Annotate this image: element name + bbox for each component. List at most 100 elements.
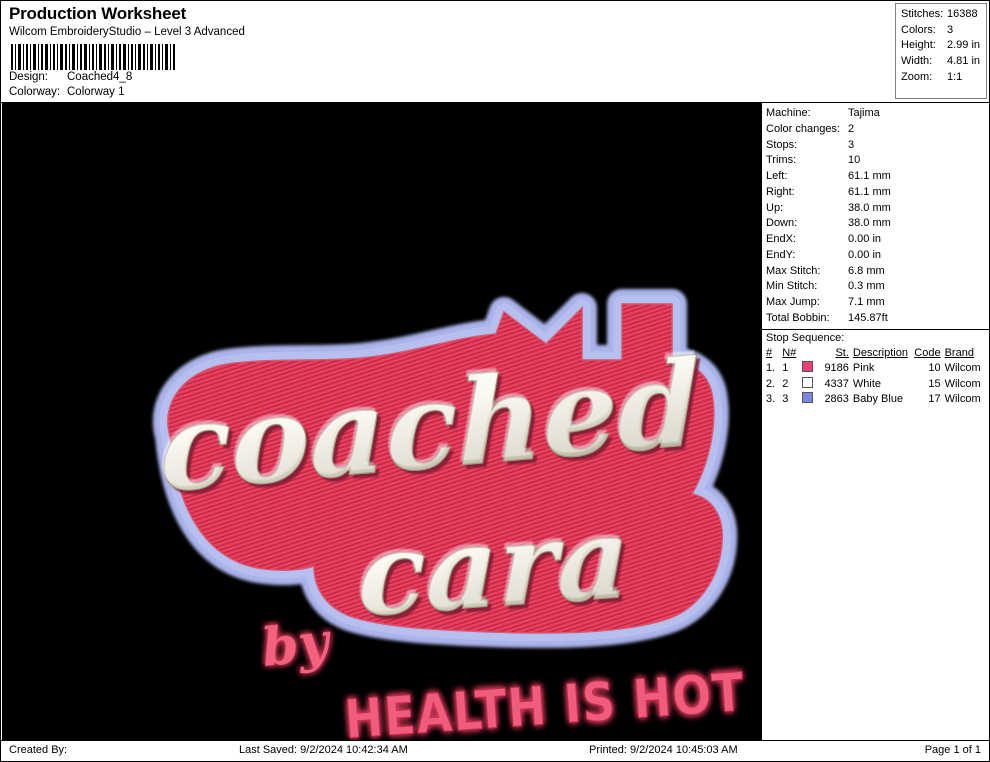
stat-row-max-stitch: Max Stitch: 6.8 mm [766, 264, 989, 280]
zoom-value: 1:1 [947, 70, 962, 86]
left-label: Left: [766, 169, 848, 185]
embroidery-artwork: coached coached coached cara cara cara b… [2, 103, 761, 741]
color-swatch-icon [802, 361, 813, 372]
design-field-row: Design: Coached4_8 [9, 70, 609, 85]
right-value: 61.1 mm [848, 185, 891, 201]
min-stitch-label: Min Stitch: [766, 279, 848, 295]
row-color-swatch-cell [800, 361, 817, 377]
row-needle: 2 [780, 377, 799, 393]
page-title: Production Worksheet [9, 4, 609, 24]
stat-row-up: Up: 38.0 mm [766, 201, 989, 217]
row-code: 15 [910, 377, 943, 393]
stop-sequence-table: # N# St. Description Code Brand 1. 1 918… [762, 346, 989, 408]
summary-row-zoom: Zoom: 1:1 [901, 70, 982, 86]
stat-row-endx: EndX: 0.00 in [766, 232, 989, 248]
row-needle: 1 [780, 361, 799, 377]
header-left-block: Production Worksheet Wilcom EmbroiderySt… [9, 4, 609, 100]
stitches-label: Stitches: [901, 7, 947, 23]
svg-text:cara: cara [356, 489, 628, 639]
stitches-value: 16388 [947, 7, 978, 23]
col-header-code: Code [910, 346, 943, 362]
stat-row-color-changes: Color changes: 2 [766, 122, 989, 138]
table-row[interactable]: 1. 1 9186 Pink 10 Wilcom [762, 361, 989, 377]
col-header-index: # [762, 346, 780, 362]
stat-row-machine: Machine: Tajima [766, 106, 989, 122]
summary-row-colors: Colors: 3 [901, 23, 982, 39]
stat-row-right: Right: 61.1 mm [766, 185, 989, 201]
width-value: 4.81 in [947, 54, 980, 70]
row-brand: Wilcom [943, 361, 989, 377]
height-value: 2.99 in [947, 38, 980, 54]
machine-label: Machine: [766, 106, 848, 122]
colorway-value: Colorway 1 [67, 85, 125, 100]
row-index: 3. [762, 392, 780, 408]
design-preview-canvas[interactable]: coached coached coached cara cara cara b… [2, 103, 761, 741]
down-value: 38.0 mm [848, 216, 891, 232]
worksheet-page: Production Worksheet Wilcom EmbroiderySt… [0, 0, 990, 762]
barcode-icon [9, 44, 177, 70]
row-code: 10 [910, 361, 943, 377]
right-label: Right: [766, 185, 848, 201]
row-brand: Wilcom [943, 392, 989, 408]
color-swatch-icon [802, 377, 813, 388]
summary-row-width: Width: 4.81 in [901, 54, 982, 70]
colors-label: Colors: [901, 23, 947, 39]
row-needle: 3 [780, 392, 799, 408]
machine-stats-list: Machine: Tajima Color changes: 2 Stops: … [762, 103, 989, 327]
up-value: 38.0 mm [848, 201, 891, 217]
design-info-panel: Machine: Tajima Color changes: 2 Stops: … [761, 103, 989, 741]
zoom-label: Zoom: [901, 70, 947, 86]
color-swatch-icon [802, 392, 813, 403]
col-header-brand: Brand [943, 346, 989, 362]
stops-value: 3 [848, 138, 854, 154]
stat-row-max-jump: Max Jump: 7.1 mm [766, 295, 989, 311]
down-label: Down: [766, 216, 848, 232]
row-description: Baby Blue [851, 392, 910, 408]
summary-row-stitches: Stitches: 16388 [901, 7, 982, 23]
col-header-description: Description [851, 346, 910, 362]
height-label: Height: [901, 38, 947, 54]
endy-value: 0.00 in [848, 248, 881, 264]
stat-row-trims: Trims: 10 [766, 153, 989, 169]
row-stitches: 2863 [816, 392, 851, 408]
svg-text:by: by [259, 611, 335, 679]
printed-text: Printed: 9/2/2024 10:45:03 AM [589, 743, 738, 758]
stat-row-left: Left: 61.1 mm [766, 169, 989, 185]
created-by-label: Created By: [9, 743, 67, 758]
endx-value: 0.00 in [848, 232, 881, 248]
application-name: Wilcom EmbroideryStudio – Level 3 Advanc… [9, 25, 609, 40]
endy-label: EndY: [766, 248, 848, 264]
summary-row-height: Height: 2.99 in [901, 38, 982, 54]
stop-sequence-title: Stop Sequence: [762, 329, 989, 346]
worksheet-header: Production Worksheet Wilcom EmbroiderySt… [1, 1, 989, 103]
row-description: White [851, 377, 910, 393]
col-header-needle: N# [780, 346, 799, 362]
max-stitch-label: Max Stitch: [766, 264, 848, 280]
worksheet-footer: Created By: Last Saved: 9/2/2024 10:42:3… [1, 740, 989, 761]
row-description: Pink [851, 361, 910, 377]
table-header-row: # N# St. Description Code Brand [762, 346, 989, 362]
row-index: 2. [762, 377, 780, 393]
total-bobbin-label: Total Bobbin: [766, 311, 848, 327]
col-header-stitches: St. [816, 346, 851, 362]
table-row[interactable]: 3. 3 2863 Baby Blue 17 Wilcom [762, 392, 989, 408]
stat-row-total-bobbin: Total Bobbin: 145.87ft [766, 311, 989, 327]
table-row[interactable]: 2. 2 4337 White 15 Wilcom [762, 377, 989, 393]
colorway-label: Colorway: [9, 85, 67, 100]
stat-row-stops: Stops: 3 [766, 138, 989, 154]
machine-value: Tajima [848, 106, 880, 122]
design-value: Coached4_8 [67, 70, 132, 85]
stat-row-min-stitch: Min Stitch: 0.3 mm [766, 279, 989, 295]
design-label: Design: [9, 70, 67, 85]
row-color-swatch-cell [800, 377, 817, 393]
row-index: 1. [762, 361, 780, 377]
left-value: 61.1 mm [848, 169, 891, 185]
max-jump-label: Max Jump: [766, 295, 848, 311]
max-stitch-value: 6.8 mm [848, 264, 885, 280]
row-brand: Wilcom [943, 377, 989, 393]
trims-label: Trims: [766, 153, 848, 169]
color-changes-value: 2 [848, 122, 854, 138]
row-color-swatch-cell [800, 392, 817, 408]
trims-value: 10 [848, 153, 860, 169]
page-number-text: Page 1 of 1 [925, 743, 981, 758]
